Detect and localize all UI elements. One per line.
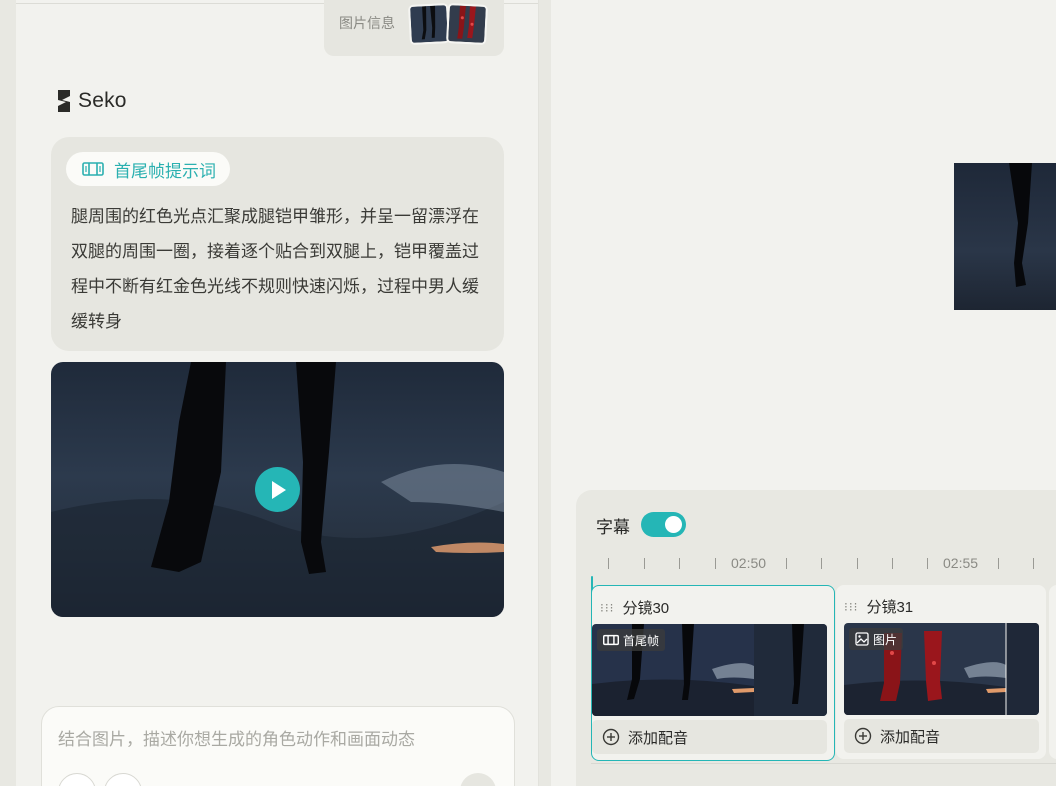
- ruler-tick: [644, 558, 645, 569]
- shot-title: 分镜31: [866, 599, 914, 616]
- settings-button[interactable]: [104, 773, 142, 786]
- ruler-tick: [679, 558, 680, 569]
- plus-circle-icon: [854, 727, 872, 745]
- ruler-tick: [998, 558, 999, 569]
- reference-thumbnail[interactable]: [407, 2, 451, 46]
- play-button[interactable]: [255, 467, 300, 512]
- shot-thumbnail[interactable]: 图片: [844, 623, 1039, 715]
- first-last-frame-icon: [603, 634, 619, 646]
- shot-badge-label: 图片: [873, 632, 898, 647]
- prompt-text: 腿周围的红色光点汇聚成腿铠甲雏形，并呈一留漂浮在双腿的周围一圈，接着逐个贴合到双…: [71, 207, 479, 331]
- shot-thumbnail[interactable]: 首尾帧: [592, 624, 827, 716]
- preview-frame: [1009, 163, 1032, 287]
- shot-type-badge: 图片: [849, 628, 904, 650]
- seko-logo: Seko: [56, 88, 127, 114]
- image-icon: [855, 632, 869, 646]
- subtitle-toggle[interactable]: [641, 512, 686, 537]
- image-info-bubble: 图片信息: [324, 0, 504, 56]
- time-label: 02:55: [943, 555, 979, 571]
- input-placeholder: 结合图片，描述你想生成的角色动作和画面动态: [58, 730, 415, 749]
- prompt-card: 首尾帧提示词 腿周围的红色光点汇聚成腿铠甲雏形，并呈一留漂浮在双腿的周围一圈，接…: [51, 137, 504, 351]
- drag-grip-icon[interactable]: ⁝⁝⁝: [600, 602, 614, 614]
- shot-type-badge: 首尾帧: [597, 629, 666, 651]
- logo-icon: [58, 90, 70, 112]
- ruler-tick: [821, 558, 822, 569]
- attach-button[interactable]: [58, 773, 96, 786]
- ruler-tick: [608, 558, 609, 569]
- image-info-label: 图片信息: [339, 15, 395, 31]
- reference-thumbnail[interactable]: [445, 2, 489, 46]
- ruler-tick: [892, 558, 893, 569]
- drag-grip-icon[interactable]: ⁝⁝⁝: [844, 601, 858, 613]
- first-last-frame-icon: [82, 162, 104, 176]
- shot-card[interactable]: ⁝⁝⁝ 分镜31 图片 添加配音: [836, 585, 1046, 759]
- add-dubbing-button[interactable]: 添加配音: [844, 719, 1039, 753]
- canvas-preview-image[interactable]: [954, 163, 1056, 310]
- shot-card[interactable]: ⁝⁝⁝ 分镜30 首尾帧 添加配音: [591, 585, 835, 761]
- shot-badge-label: 首尾帧: [623, 633, 660, 648]
- ruler-tick: [1033, 558, 1034, 569]
- time-label: 02:50: [731, 555, 767, 571]
- add-dubbing-button[interactable]: 添加配音: [592, 720, 827, 754]
- prompt-input[interactable]: 结合图片，描述你想生成的角色动作和画面动态: [41, 706, 515, 786]
- ruler-tick: [857, 558, 858, 569]
- ruler-tick: [786, 558, 787, 569]
- ruler-tick: [715, 558, 716, 569]
- prompt-tag: 首尾帧提示词: [66, 152, 230, 186]
- divider: [591, 763, 1056, 764]
- plus-circle-icon: [602, 728, 620, 746]
- add-dubbing-label: 添加配音: [628, 729, 689, 747]
- shot-header: ⁝⁝⁝ 分镜30: [600, 597, 669, 618]
- subtitle-label: 字幕: [596, 518, 630, 537]
- time-ruler[interactable]: 02:50 02:55: [576, 552, 1056, 572]
- send-button[interactable]: [460, 773, 496, 786]
- prompt-tag-label: 首尾帧提示词: [114, 161, 216, 181]
- play-icon: [271, 480, 286, 499]
- timeline-panel: 字幕 02:50 02:55 ⁝⁝⁝ 分镜30 首尾帧 添加配音 ⁝⁝⁝ 分镜3…: [576, 490, 1056, 786]
- shot-title: 分镜30: [622, 600, 670, 617]
- shot-card-partial[interactable]: [1049, 585, 1056, 759]
- shot-header: ⁝⁝⁝ 分镜31: [844, 596, 913, 617]
- toggle-knob: [665, 516, 682, 533]
- add-dubbing-label: 添加配音: [880, 728, 941, 746]
- ruler-tick: [927, 558, 928, 569]
- chat-panel: 图片信息 Seko 首尾帧提示词 腿周围的红色光点汇聚成腿铠甲雏形，并呈一留漂浮…: [16, 0, 539, 786]
- logo-text: Seko: [78, 89, 127, 112]
- video-preview[interactable]: [51, 362, 504, 617]
